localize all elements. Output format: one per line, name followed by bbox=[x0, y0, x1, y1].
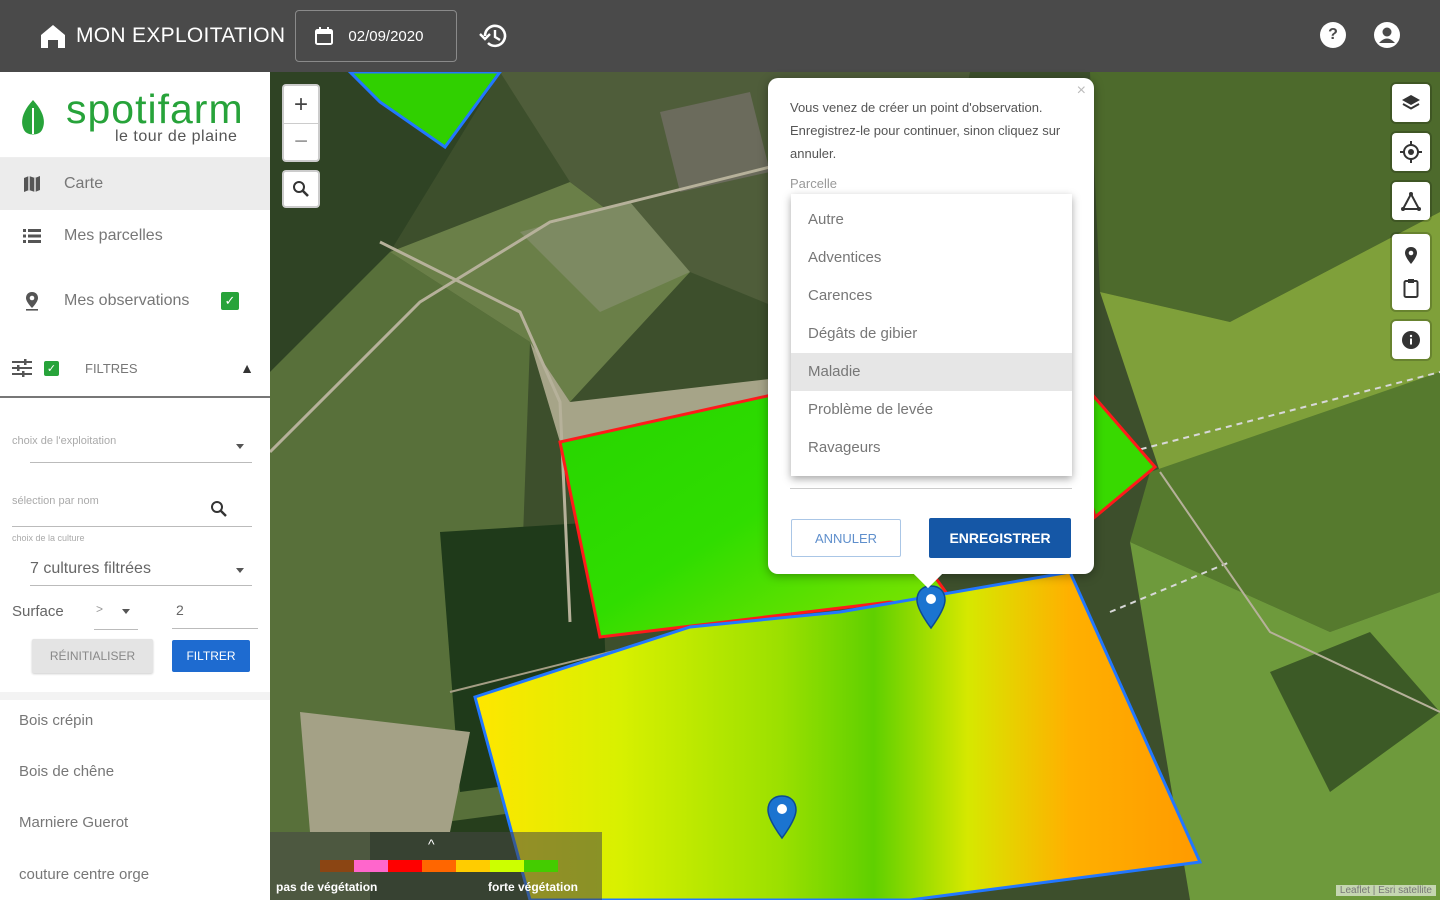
dropdown-option-highlighted[interactable]: Maladie bbox=[791, 353, 1072, 391]
culture-select-line bbox=[30, 585, 252, 586]
surface-operator-line bbox=[94, 629, 138, 630]
exploitation-select[interactable] bbox=[30, 462, 252, 463]
cancel-button[interactable]: ANNULER bbox=[791, 519, 901, 557]
surface-value-input[interactable]: 2 bbox=[176, 602, 184, 618]
dropdown-option[interactable]: Problème de levée bbox=[791, 391, 1072, 429]
chevron-down-icon bbox=[236, 568, 244, 573]
legend-swatch bbox=[354, 860, 388, 872]
help-icon[interactable]: ? bbox=[1320, 22, 1346, 48]
leaf-logo-icon bbox=[22, 100, 44, 135]
chevron-down-icon bbox=[122, 609, 130, 614]
sliders-icon bbox=[12, 359, 32, 377]
calendar-icon bbox=[315, 27, 334, 45]
nav-item-parcelles[interactable]: Mes parcelles bbox=[0, 210, 270, 262]
observations-checkbox[interactable]: ✓ bbox=[221, 292, 239, 310]
search-icon[interactable] bbox=[210, 500, 228, 518]
list-icon bbox=[22, 226, 42, 246]
observation-tools bbox=[1392, 234, 1430, 310]
ndvi-legend: ^ pas de végétation forte végétation bbox=[270, 832, 602, 900]
dropdown-option[interactable]: Autre bbox=[791, 201, 1072, 239]
info-button[interactable] bbox=[1392, 321, 1430, 359]
legend-color-scale bbox=[320, 860, 558, 872]
observation-type-dropdown: Autre Adventices Carences Dégâts de gibi… bbox=[791, 194, 1072, 476]
nav-label-carte: Carte bbox=[64, 175, 104, 192]
date-picker-button[interactable]: 02/09/2020 bbox=[295, 10, 458, 62]
save-button[interactable]: ENREGISTRER bbox=[929, 518, 1071, 558]
parcelle-label: Parcelle bbox=[790, 176, 837, 191]
legend-swatch bbox=[388, 860, 422, 872]
legend-swatch bbox=[422, 860, 456, 872]
info-icon bbox=[1402, 331, 1420, 349]
parcel-item[interactable]: Bois de chêne bbox=[19, 763, 114, 780]
top-bar: MON EXPLOITATION 02/09/2020 ? bbox=[0, 0, 1440, 72]
measure-button[interactable] bbox=[1392, 182, 1430, 220]
nav-label-observations: Mes observations bbox=[64, 292, 190, 309]
draw-polygon-icon bbox=[1401, 191, 1421, 211]
chevron-down-icon bbox=[236, 444, 244, 449]
date-value: 02/09/2020 bbox=[348, 27, 424, 45]
clipboard-icon[interactable] bbox=[1403, 278, 1419, 298]
close-icon[interactable]: × bbox=[1077, 82, 1086, 100]
nav-item-carte[interactable]: Carte bbox=[0, 158, 270, 210]
parcel-item[interactable]: Bois crépin bbox=[19, 712, 93, 729]
exploitation-select-placeholder: choix de l'exploitation bbox=[12, 435, 117, 447]
surface-value-line bbox=[172, 628, 258, 629]
nav-item-observations[interactable]: Mes observations ✓ bbox=[0, 262, 270, 340]
parcel-item[interactable]: Marniere Guerot bbox=[19, 814, 128, 831]
dropdown-option[interactable]: Ravageurs bbox=[791, 429, 1072, 467]
popup-message: Vous venez de créer un point d'observati… bbox=[790, 100, 1061, 161]
logo: spotifarm le tour de plaine bbox=[0, 72, 270, 158]
name-search-input[interactable] bbox=[12, 526, 252, 527]
logo-name: spotifarm bbox=[66, 86, 244, 132]
logo-tagline: le tour de plaine bbox=[115, 128, 238, 145]
map-search-button[interactable] bbox=[282, 170, 320, 208]
dropdown-option[interactable]: Adventices bbox=[791, 239, 1072, 277]
dropdown-option[interactable]: Carences bbox=[791, 277, 1072, 315]
chevron-up-icon[interactable]: ▲ bbox=[240, 360, 254, 376]
farm-button[interactable]: MON EXPLOITATION bbox=[38, 21, 285, 51]
crosshair-icon bbox=[1400, 141, 1422, 163]
zoom-control: + − bbox=[282, 84, 320, 162]
locate-button[interactable] bbox=[1392, 133, 1430, 171]
nav-label-parcelles: Mes parcelles bbox=[64, 227, 163, 244]
filters-title: FILTRES bbox=[85, 360, 138, 376]
divider bbox=[0, 692, 270, 700]
reset-button[interactable]: RÉINITIALISER bbox=[32, 639, 153, 673]
farm-barn-icon bbox=[41, 25, 65, 48]
chevron-up-icon[interactable]: ^ bbox=[428, 836, 435, 852]
sidebar: spotifarm le tour de plaine Carte Mes pa… bbox=[0, 72, 270, 900]
surface-label: Surface bbox=[12, 603, 64, 620]
add-marker-icon[interactable] bbox=[1403, 246, 1419, 266]
zoom-in-button[interactable]: + bbox=[284, 86, 318, 123]
culture-select-value[interactable]: 7 cultures filtrées bbox=[30, 560, 151, 578]
layers-icon bbox=[1402, 95, 1420, 110]
culture-select-label: choix de la culture bbox=[12, 533, 85, 543]
legend-swatch bbox=[524, 860, 558, 872]
location-pin-icon bbox=[22, 291, 42, 311]
map-attribution[interactable]: Leaflet | Esri satellite bbox=[1335, 885, 1436, 896]
name-search-placeholder: sélection par nom bbox=[12, 495, 99, 507]
filters-checkbox[interactable]: ✓ bbox=[44, 360, 59, 376]
search-icon bbox=[293, 181, 309, 197]
history-icon[interactable] bbox=[479, 20, 511, 52]
observation-marker[interactable] bbox=[765, 794, 799, 840]
observation-marker[interactable] bbox=[914, 584, 948, 630]
filters-header[interactable]: ✓ FILTRES ▲ bbox=[0, 340, 270, 398]
account-icon[interactable] bbox=[1374, 22, 1400, 48]
legend-high-label: forte végétation bbox=[488, 880, 579, 894]
filter-button[interactable]: FILTRER bbox=[172, 640, 250, 672]
parcelle-select[interactable] bbox=[790, 488, 1072, 489]
legend-swatch bbox=[490, 860, 524, 872]
legend-swatch bbox=[320, 860, 354, 872]
dropdown-option[interactable]: Dégâts de gibier bbox=[791, 315, 1072, 353]
map-icon bbox=[22, 174, 42, 194]
legend-low-label: pas de végétation bbox=[276, 880, 378, 894]
layers-button[interactable] bbox=[1392, 84, 1430, 122]
parcel-item[interactable]: couture centre orge bbox=[19, 866, 149, 883]
surface-operator[interactable]: > bbox=[96, 602, 103, 616]
zoom-out-button[interactable]: − bbox=[284, 123, 318, 160]
farm-title: MON EXPLOITATION bbox=[76, 24, 286, 47]
legend-swatch bbox=[456, 860, 490, 872]
